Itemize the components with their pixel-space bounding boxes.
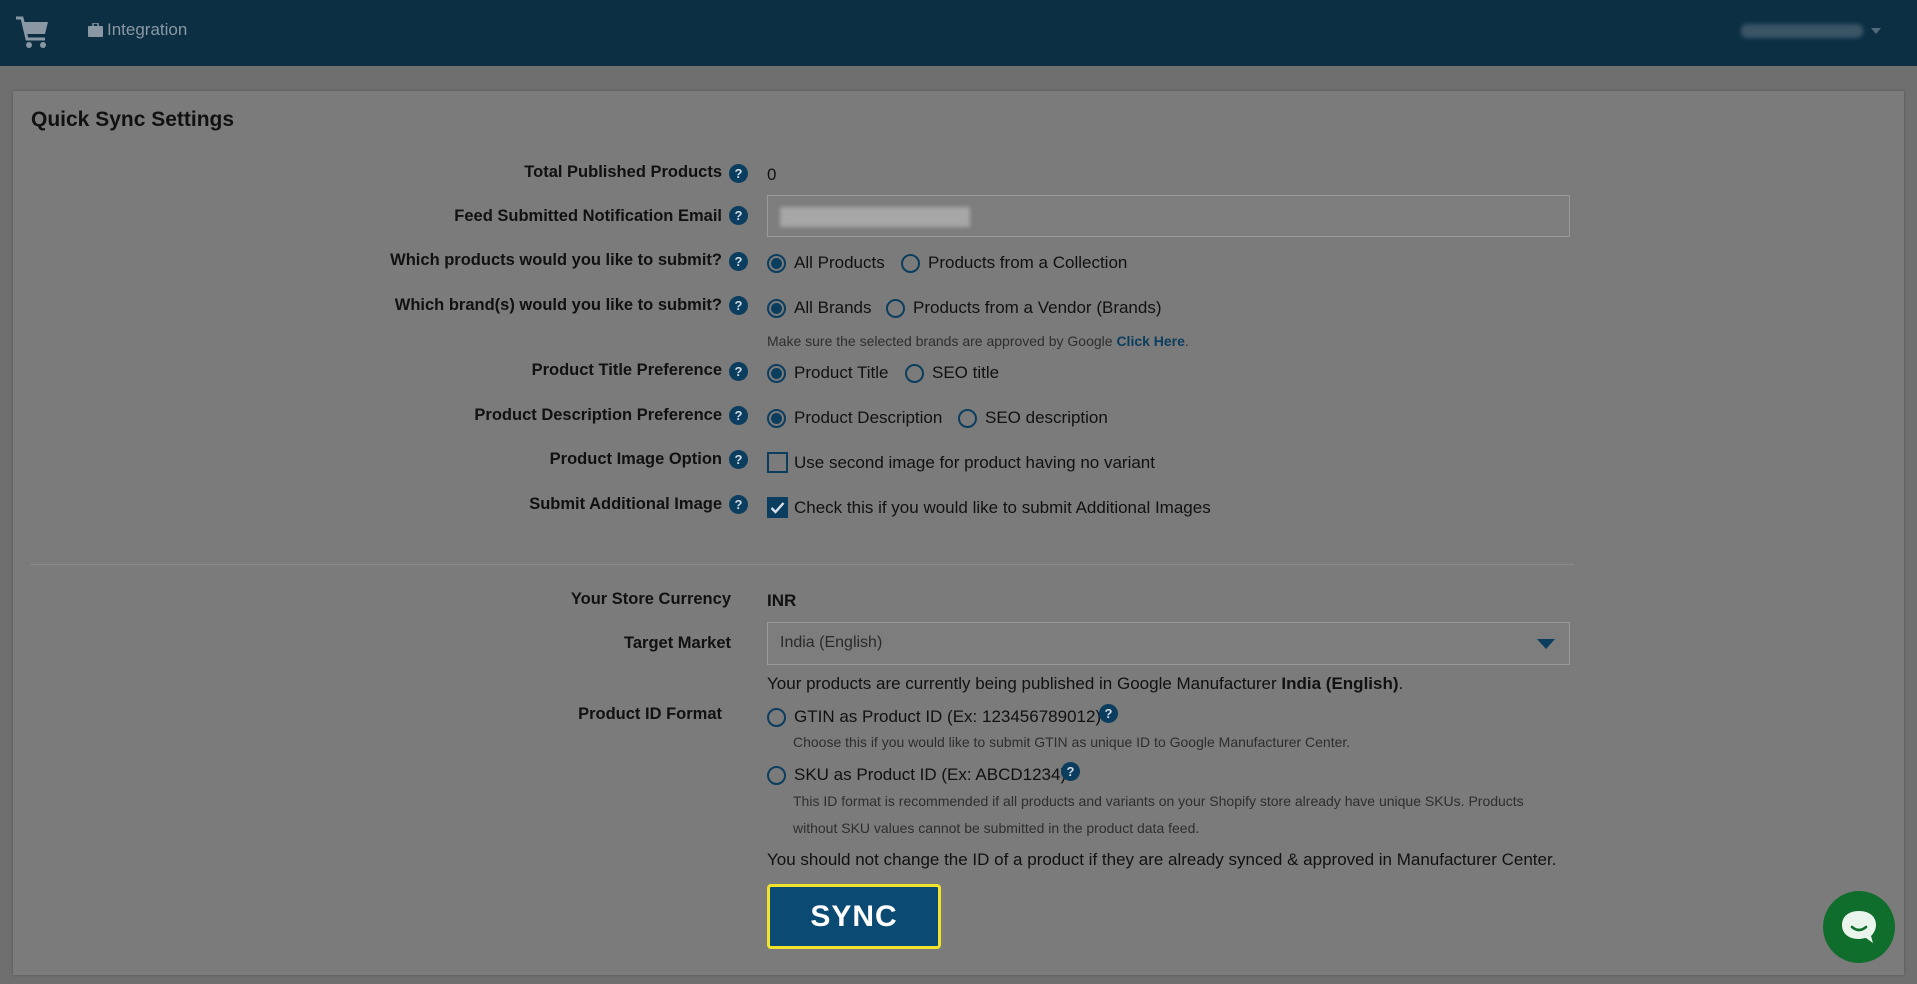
gtin-description: Choose this if you would like to submit … [793, 734, 1351, 750]
radio-seo-description[interactable]: SEO description [958, 408, 1108, 428]
nav-integration-label: Integration [107, 20, 188, 39]
store-currency-label: Your Store Currency [570, 590, 731, 608]
click-here-link[interactable]: Click Here [1116, 333, 1184, 349]
sku-description: This ID format is recommended if all pro… [793, 793, 1524, 836]
section-divider [30, 564, 1574, 565]
product-id-warning: You should not change the ID of a produc… [767, 850, 1557, 869]
help-icon[interactable]: ? [729, 296, 748, 315]
radio-sku-product-id[interactable]: SKU as Product ID (Ex: ABCD1234) [767, 765, 1066, 785]
description-preference-label: Product Description Preference [474, 406, 722, 424]
chat-icon [1842, 911, 1876, 943]
additional-images-checkbox[interactable]: Check this if you would like to submit A… [767, 497, 1211, 518]
chevron-down-icon [1537, 639, 1555, 649]
help-icon[interactable]: ? [1061, 762, 1080, 781]
help-icon[interactable]: ? [729, 252, 748, 271]
brands-submit-label: Which brand(s) would you like to submit? [394, 296, 722, 314]
title-preference-label: Product Title Preference [531, 361, 722, 379]
product-id-format-label: Product ID Format [578, 705, 722, 723]
chat-widget-button[interactable] [1823, 891, 1895, 963]
radio-gtin-product-id[interactable]: GTIN as Product ID (Ex: 123456789012) [767, 707, 1101, 727]
second-image-checkbox[interactable]: Use second image for product having no v… [767, 452, 1155, 473]
cart-icon[interactable] [14, 13, 52, 51]
target-market-select[interactable]: India (English) [767, 622, 1570, 665]
user-menu[interactable] [1741, 20, 1891, 42]
store-currency-value: INR [767, 591, 797, 610]
products-submit-label: Which products would you like to submit? [390, 251, 722, 269]
help-icon[interactable]: ? [729, 406, 748, 425]
help-icon[interactable]: ? [729, 206, 748, 225]
total-published-label: Total Published Products [524, 163, 722, 181]
nav-integration-link[interactable]: Integration [88, 20, 187, 40]
radio-product-title[interactable]: Product Title [767, 363, 889, 383]
top-navbar: Integration [0, 0, 1917, 66]
help-icon[interactable]: ? [729, 495, 748, 514]
briefcase-icon [88, 23, 103, 37]
notification-email-label: Feed Submitted Notification Email [454, 207, 722, 225]
user-email-blurred [1741, 24, 1863, 38]
radio-seo-title[interactable]: SEO title [905, 363, 999, 383]
radio-product-description[interactable]: Product Description [767, 408, 942, 428]
brands-note: Make sure the selected brands are approv… [767, 333, 1189, 349]
help-icon[interactable]: ? [729, 164, 748, 183]
image-option-label: Product Image Option [549, 450, 722, 468]
checkmark-icon [770, 502, 785, 514]
help-icon[interactable]: ? [1099, 704, 1118, 723]
additional-image-label: Submit Additional Image [529, 495, 722, 513]
radio-products-from-vendor[interactable]: Products from a Vendor (Brands) [886, 298, 1162, 318]
sync-button[interactable]: SYNC [767, 884, 941, 949]
target-market-note: Your products are currently being publis… [767, 674, 1404, 693]
total-published-value: 0 [767, 165, 777, 184]
help-icon[interactable]: ? [729, 450, 748, 469]
radio-products-from-collection[interactable]: Products from a Collection [901, 253, 1127, 273]
email-value-blurred [780, 207, 970, 227]
chevron-down-icon [1871, 28, 1881, 34]
help-icon[interactable]: ? [729, 362, 748, 381]
target-market-selected: India (English) [780, 634, 883, 651]
target-market-label: Target Market [624, 634, 731, 652]
radio-all-brands[interactable]: All Brands [767, 298, 871, 318]
radio-all-products[interactable]: All Products [767, 253, 885, 273]
page-title: Quick Sync Settings [31, 108, 235, 131]
notification-email-field[interactable] [767, 195, 1570, 237]
